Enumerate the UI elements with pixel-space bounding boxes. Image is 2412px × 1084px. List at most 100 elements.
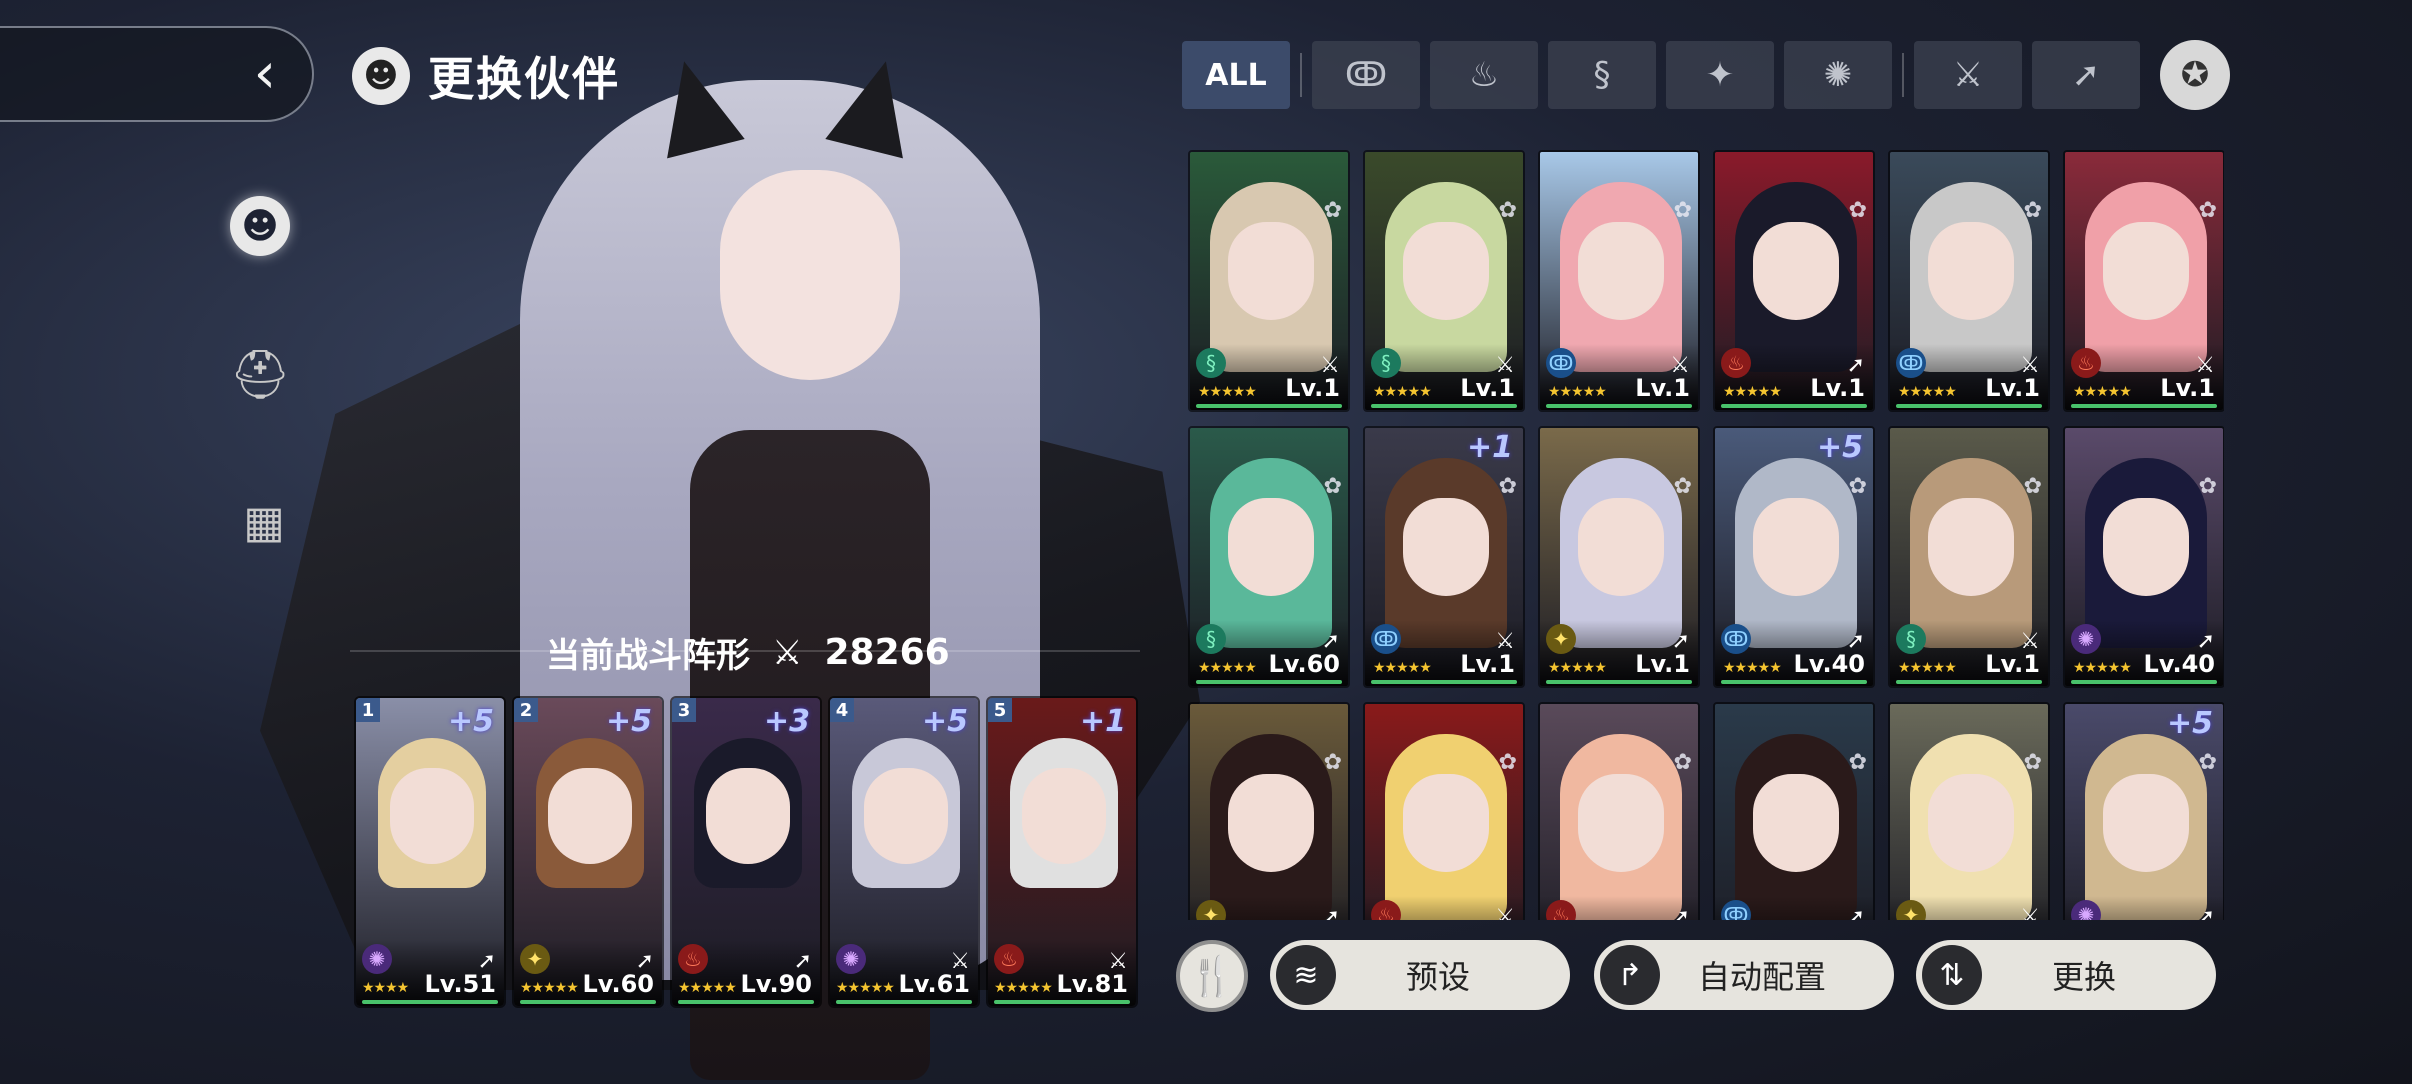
water-icon: ↂ <box>1721 900 1751 920</box>
star-rating: ★★★★★ <box>1198 660 1257 676</box>
level-label: Lv.1 <box>1635 650 1690 678</box>
roster-card[interactable]: ✿ ↂ ➚ <box>1713 702 1875 920</box>
slot-number: 3 <box>672 698 696 722</box>
roster-card[interactable]: ✿ ♨ ➚ <box>1538 702 1700 920</box>
level-label: Lv.60 <box>582 970 655 998</box>
team-slot-card[interactable]: 4 +5 ✺ ⚔ ★★★★★ Lv.61 <box>828 696 980 1008</box>
companion-face <box>864 768 948 864</box>
fire-icon: ♨ <box>1721 348 1751 378</box>
slot-number: 5 <box>988 698 1012 722</box>
roster-card[interactable]: ✿ +5 ↂ ➚ ★★★★★ Lv.40 <box>1713 426 1875 688</box>
sword-icon: ⚔ <box>2020 905 2040 920</box>
side-tab-companions[interactable]: ☻ <box>230 196 290 256</box>
companion-face <box>1928 774 2014 872</box>
preset-button[interactable]: ≋ 预设 <box>1270 940 1570 1010</box>
team-slot-card[interactable]: 2 +5 ✦ ➚ ★★★★★ Lv.60 <box>512 696 664 1008</box>
fire-icon: ♨ <box>994 944 1024 974</box>
side-tab-equipment[interactable]: ⛑ <box>228 342 292 406</box>
exp-bar <box>836 1000 972 1004</box>
roster-card[interactable]: ✿ § ⚔ ★★★★★ Lv.1 <box>1363 150 1525 412</box>
divider <box>1300 53 1302 97</box>
companion-face <box>1928 498 2014 596</box>
lock-icon: ✿ <box>2023 474 2042 499</box>
companion-face <box>2103 498 2189 596</box>
sword-icon: ⚔ <box>1495 905 1515 920</box>
roster-card[interactable]: ✿ +5 ✺ ➚ <box>2063 702 2224 920</box>
roster-card[interactable]: ✿ ♨ ⚔ <box>1363 702 1525 920</box>
upgrade-badge: +1 <box>1079 704 1126 739</box>
food-button[interactable]: 🍴 <box>1176 940 1248 1012</box>
companion-face <box>390 768 474 864</box>
level-label: Lv.1 <box>1810 374 1865 402</box>
auto-config-button[interactable]: ↱ 自动配置 <box>1594 940 1894 1010</box>
filter-dark-icon[interactable]: ✺ <box>1784 41 1892 109</box>
rifle-icon: ➚ <box>1321 905 1340 920</box>
companion-face <box>2103 222 2189 320</box>
level-label: Lv.1 <box>1985 374 2040 402</box>
team-slot-card[interactable]: 1 +5 ✺ ➚ ★★★★ Lv.51 <box>354 696 506 1008</box>
roster-card[interactable]: ✿ ↂ ⚔ ★★★★★ Lv.1 <box>1538 150 1700 412</box>
filter-wind-icon[interactable]: § <box>1548 41 1656 109</box>
companion-face <box>1753 498 1839 596</box>
filter-light-icon[interactable]: ✦ <box>1666 41 1774 109</box>
companion-face <box>1578 774 1664 872</box>
level-label: Lv.1 <box>1635 374 1690 402</box>
formation-power: 当前战斗阵形 ⚔ 28266 <box>546 628 950 677</box>
filter-fire-icon[interactable]: ♨ <box>1430 41 1538 109</box>
lock-icon: ✿ <box>1848 198 1867 223</box>
rifle-icon: ➚ <box>1846 905 1865 920</box>
exp-bar <box>1546 404 1692 408</box>
roster-card[interactable]: ✿ ✦ ➚ ★★★★★ Lv.1 <box>1538 426 1700 688</box>
filter-water-icon[interactable]: ↂ <box>1312 41 1420 109</box>
companion-face <box>1403 774 1489 872</box>
roster-card[interactable]: ✿ +1 ↂ ⚔ ★★★★★ Lv.1 <box>1363 426 1525 688</box>
light-icon: ✦ <box>1546 624 1576 654</box>
star-rating: ★★★★★ <box>1198 384 1257 400</box>
roster-card[interactable]: ✿ ↂ ⚔ ★★★★★ Lv.1 <box>1888 150 2050 412</box>
filter-sword-icon[interactable]: ⚔ <box>1914 41 2022 109</box>
slot-number: 1 <box>356 698 380 722</box>
companion-face <box>1228 774 1314 872</box>
companion-art-face <box>720 170 900 380</box>
lock-icon: ✿ <box>2198 750 2217 775</box>
team-slot-card[interactable]: 3 +3 ♨ ➚ ★★★★★ Lv.90 <box>670 696 822 1008</box>
upgrade-badge: +5 <box>921 704 968 739</box>
roster-card[interactable]: ✿ ♨ ➚ ★★★★★ Lv.1 <box>1713 150 1875 412</box>
level-label: Lv.90 <box>740 970 813 998</box>
team-slot-card[interactable]: 5 +1 ♨ ⚔ ★★★★★ Lv.81 <box>986 696 1138 1008</box>
exp-bar <box>2071 680 2217 684</box>
medal-icon[interactable]: ✪ <box>2160 40 2230 110</box>
filter-rifle-icon[interactable]: ➚ <box>2032 41 2140 109</box>
upgrade-badge: +5 <box>1816 430 1863 465</box>
exp-bar <box>994 1000 1130 1004</box>
page-header: ☻ 更换伙伴 <box>352 44 620 108</box>
star-rating: ★★★★★ <box>520 980 579 996</box>
star-rating: ★★★★★ <box>2073 660 2132 676</box>
companion-face <box>706 768 790 864</box>
side-tab-grid[interactable]: ▦ <box>232 490 296 554</box>
upgrade-badge: +5 <box>2166 706 2213 741</box>
lock-icon: ✿ <box>1498 474 1517 499</box>
roster-card[interactable]: ✿ § ⚔ ★★★★★ Lv.1 <box>1188 150 1350 412</box>
roster-card[interactable]: ✿ § ⚔ ★★★★★ Lv.1 <box>1888 426 2050 688</box>
exp-bar <box>1196 404 1342 408</box>
lock-icon: ✿ <box>1498 750 1517 775</box>
swap-arrows-icon: ⇅ <box>1922 945 1982 1005</box>
roster-card[interactable]: ✿ ♨ ⚔ ★★★★★ Lv.1 <box>2063 150 2224 412</box>
roster-card[interactable]: ✿ ✺ ➚ ★★★★★ Lv.40 <box>2063 426 2224 688</box>
filter-all-tab[interactable]: ALL <box>1182 41 1290 109</box>
roster-card[interactable]: ✿ ✦ ⚔ <box>1888 702 2050 920</box>
water-icon: ↂ <box>1896 348 1926 378</box>
lock-icon: ✿ <box>2198 198 2217 223</box>
swap-button[interactable]: ⇅ 更换 <box>1916 940 2216 1010</box>
level-label: Lv.61 <box>898 970 971 998</box>
roster-card[interactable]: ✿ § ➚ ★★★★★ Lv.60 <box>1188 426 1350 688</box>
exp-bar <box>362 1000 498 1004</box>
exp-bar <box>1721 680 1867 684</box>
fire-icon: ♨ <box>678 944 708 974</box>
back-button[interactable]: ‹ <box>0 26 314 122</box>
preset-button-label: 预设 <box>1405 958 1470 996</box>
roster-card[interactable]: ✿ ✦ ➚ <box>1188 702 1350 920</box>
formation-label: 当前战斗阵形 <box>546 636 750 676</box>
lock-icon: ✿ <box>1498 198 1517 223</box>
